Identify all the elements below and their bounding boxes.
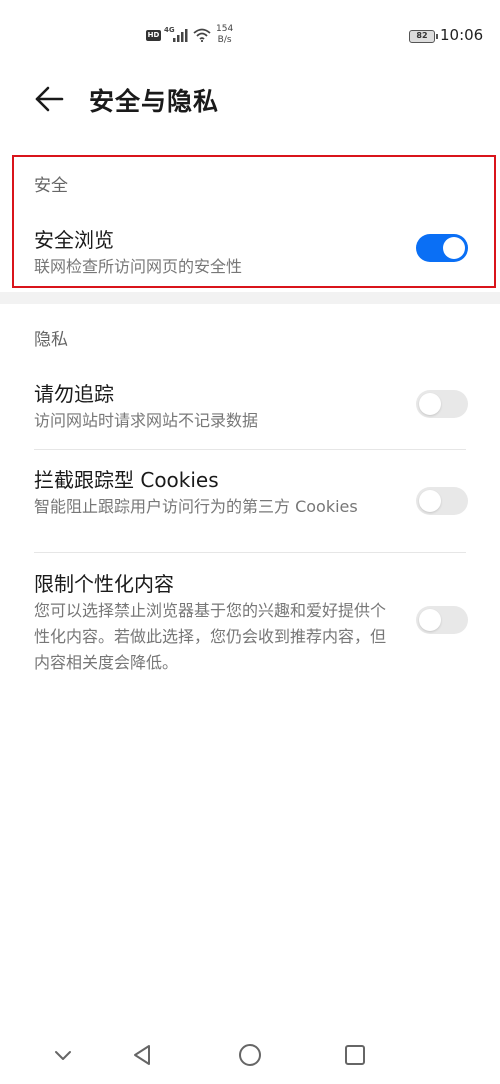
setting-title: 拦截跟踪型 Cookies: [34, 468, 219, 492]
hd-icon: HD: [146, 30, 161, 41]
toggle-knob: [419, 393, 441, 415]
network-speed: 154 B/s: [216, 24, 233, 46]
chevron-down-icon[interactable]: [48, 1040, 78, 1070]
section-label-privacy: 隐私: [34, 330, 68, 350]
divider: [34, 449, 466, 450]
divider: [34, 552, 466, 553]
setting-desc: 访问网站时请求网站不记录数据: [34, 411, 259, 430]
speed-unit: B/s: [217, 35, 232, 45]
setting-desc: 智能阻止跟踪用户访问行为的第三方 Cookies: [34, 497, 358, 516]
setting-title: 安全浏览: [34, 228, 114, 252]
toggle-knob: [419, 490, 441, 512]
page-title: 安全与隐私: [89, 87, 220, 116]
setting-title: 请勿追踪: [34, 382, 114, 406]
back-triangle-icon[interactable]: [128, 1040, 158, 1070]
toggle-knob: [419, 609, 441, 631]
system-nav-bar: [0, 1024, 500, 1084]
toggle-knob: [443, 237, 465, 259]
clock: 10:06: [440, 26, 484, 44]
block-cookies-toggle[interactable]: [416, 487, 468, 515]
home-circle-icon[interactable]: [235, 1040, 265, 1070]
status-bar: HD 4G 154 B/s 82 10:06: [0, 0, 500, 66]
signal-icon: [173, 29, 188, 42]
do-not-track-toggle[interactable]: [416, 390, 468, 418]
safe-browsing-toggle[interactable]: [416, 234, 468, 262]
speed-value: 154: [216, 24, 234, 34]
arrow-left-icon[interactable]: [34, 86, 64, 112]
setting-desc: 您可以选择禁止浏览器基于您的兴趣和爱好提供个性化内容。若做此选择，您仍会收到推荐…: [34, 601, 387, 672]
setting-desc: 联网检查所访问网页的安全性: [34, 257, 243, 276]
section-separator: [0, 292, 500, 304]
limit-personalization-toggle[interactable]: [416, 606, 468, 634]
setting-title: 限制个性化内容: [34, 572, 174, 596]
wifi-icon: [193, 28, 211, 42]
section-label-security: 安全: [34, 176, 68, 196]
battery-icon: 82: [409, 30, 438, 43]
recents-square-icon[interactable]: [340, 1040, 370, 1070]
